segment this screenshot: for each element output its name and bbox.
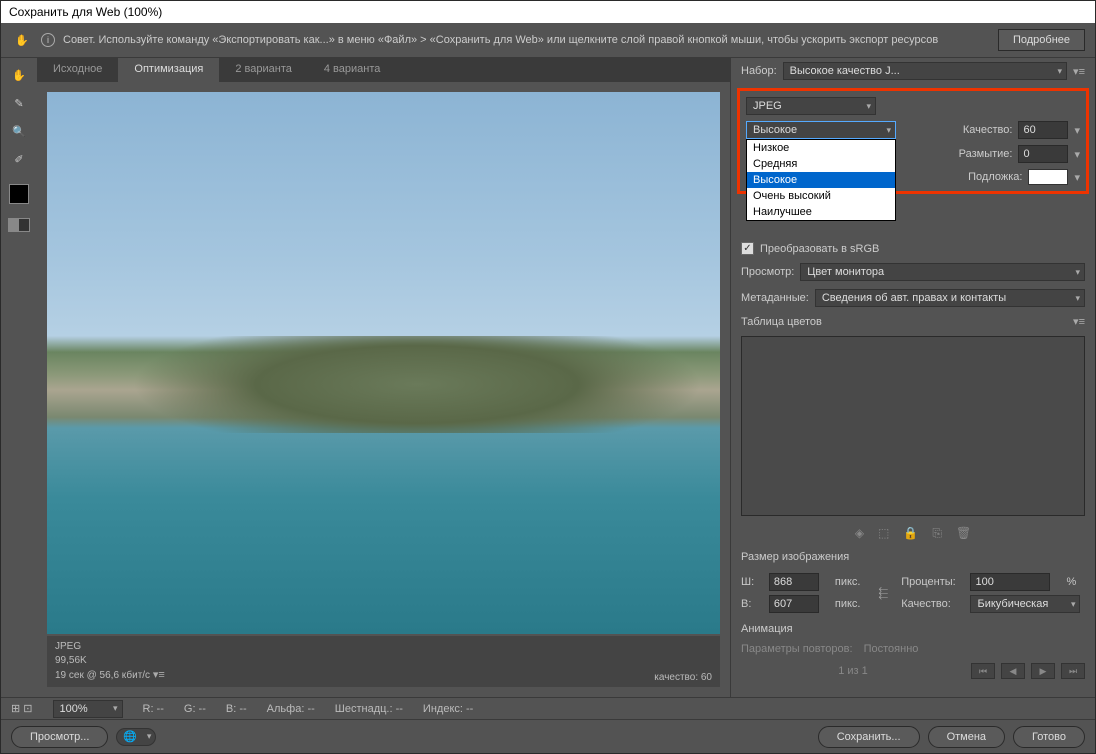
- preview-menu-icon[interactable]: ▾≡: [153, 669, 165, 681]
- image-preview[interactable]: [47, 92, 720, 634]
- tab-two[interactable]: 2 варианта: [219, 58, 308, 82]
- quality-option-veryhigh[interactable]: Очень высокий: [747, 188, 895, 204]
- status-g: G: --: [184, 703, 206, 715]
- animation-title: Анимация: [741, 623, 793, 635]
- window-title: Сохранить для Web (100%): [9, 5, 162, 19]
- tab-four[interactable]: 4 варианта: [308, 58, 397, 82]
- quality-input[interactable]: [1018, 121, 1068, 139]
- quality-label: Качество:: [963, 124, 1013, 136]
- zoom-tool-icon[interactable]: 🔍: [8, 120, 30, 142]
- percent-input[interactable]: [970, 573, 1050, 591]
- chevron-down-icon[interactable]: ▾: [1074, 124, 1080, 137]
- trash-icon[interactable]: 🗑: [956, 526, 971, 541]
- height-input[interactable]: [769, 595, 819, 613]
- resample-select[interactable]: Бикубическая: [970, 595, 1080, 613]
- tab-optimize[interactable]: Оптимизация: [118, 58, 219, 82]
- preview-mode-select[interactable]: Цвет монитора: [800, 263, 1085, 281]
- hand-tool-icon[interactable]: ✋: [8, 64, 30, 86]
- eyedropper-icon[interactable]: ✐: [8, 148, 30, 170]
- last-frame-icon[interactable]: ⏭: [1061, 663, 1085, 679]
- matte-swatch[interactable]: [1028, 169, 1068, 185]
- status-bar: ⊞ ⊡ 100% R: -- G: -- B: -- Альфа: -- Шес…: [1, 697, 1095, 719]
- preview-time: 19 сек @ 56,6 кбит/с: [55, 670, 150, 681]
- quality-preset-dropdown: Низкое Средняя Высокое Очень высокий Наи…: [746, 139, 896, 221]
- percent-label: Проценты:: [901, 576, 964, 588]
- info-icon: i: [41, 33, 55, 47]
- tip-bar: ✋ i Совет. Используйте команду «Экспорти…: [1, 23, 1095, 58]
- chevron-down-icon[interactable]: ▾: [1074, 171, 1080, 184]
- srgb-checkbox[interactable]: ✓: [741, 242, 754, 255]
- lock-icon[interactable]: 🔒: [903, 526, 918, 541]
- quality-option-best[interactable]: Наилучшее: [747, 204, 895, 220]
- loop-label: Параметры повторов:: [741, 643, 853, 655]
- preset-select[interactable]: Высокое качество J...: [783, 62, 1067, 80]
- tab-source[interactable]: Исходное: [37, 58, 118, 82]
- zoom-select[interactable]: 100%: [53, 700, 123, 718]
- ct-icon-1[interactable]: ◈: [855, 526, 864, 541]
- status-alpha: Альфа: --: [267, 703, 315, 715]
- ct-icon-2[interactable]: ⬚: [878, 526, 889, 541]
- metadata-select[interactable]: Сведения об авт. правах и контакты: [815, 289, 1085, 307]
- width-input[interactable]: [769, 573, 819, 591]
- quality-option-medium[interactable]: Средняя: [747, 156, 895, 172]
- blur-input[interactable]: [1018, 145, 1068, 163]
- px-label: пикс.: [835, 576, 869, 588]
- color-table-menu-icon[interactable]: ▾≡: [1073, 315, 1085, 328]
- bottom-bar: Просмотр... 🌐 Сохранить... Отмена Готово: [1, 719, 1095, 753]
- highlighted-settings: JPEG Высокое Низкое Средняя Высокое Очен…: [737, 88, 1089, 194]
- resample-label: Качество:: [901, 598, 964, 610]
- quality-preset-select[interactable]: Высокое: [746, 121, 896, 139]
- preview-button[interactable]: Просмотр...: [11, 726, 108, 748]
- preview-mode-label: Просмотр:: [741, 266, 794, 278]
- preview-quality: качество: 60: [654, 672, 712, 683]
- color-table-title: Таблица цветов: [741, 316, 822, 328]
- preview-format: JPEG: [55, 640, 165, 654]
- view-mode-icon[interactable]: ⊞ ⊡: [11, 702, 33, 715]
- color-table: [741, 336, 1085, 516]
- settings-panel: Набор: Высокое качество J... ▾≡ JPEG Выс…: [730, 58, 1095, 697]
- browser-select[interactable]: 🌐: [116, 728, 156, 746]
- percent-sign: %: [1066, 576, 1085, 588]
- matte-label: Подложка:: [968, 171, 1022, 183]
- loop-value: Постоянно: [864, 643, 919, 655]
- status-r: R: --: [143, 703, 164, 715]
- px-label: пикс.: [835, 598, 869, 610]
- format-select[interactable]: JPEG: [746, 97, 876, 115]
- status-hex: Шестнадц.: --: [335, 703, 403, 715]
- slice-visibility-icon[interactable]: [8, 218, 30, 232]
- blur-label: Размытие:: [959, 148, 1013, 160]
- window-titlebar: Сохранить для Web (100%): [1, 1, 1095, 23]
- quality-option-low[interactable]: Низкое: [747, 140, 895, 156]
- status-b: B: --: [226, 703, 247, 715]
- height-label: В:: [741, 598, 763, 610]
- hand-icon[interactable]: ✋: [11, 29, 33, 51]
- color-swatch[interactable]: [9, 184, 29, 204]
- done-button[interactable]: Готово: [1013, 726, 1085, 748]
- prev-frame-icon[interactable]: ◀: [1001, 663, 1025, 679]
- play-icon[interactable]: ▶: [1031, 663, 1055, 679]
- ct-new-icon[interactable]: ⎘: [932, 526, 942, 541]
- preview-footer: JPEG 99,56K 19 сек @ 56,6 кбит/с ▾≡ каче…: [47, 636, 720, 687]
- frame-counter: 1 из 1: [741, 665, 965, 677]
- metadata-label: Метаданные:: [741, 292, 809, 304]
- status-index: Индекс: --: [423, 703, 473, 715]
- image-size-title: Размер изображения: [741, 551, 849, 563]
- link-icon[interactable]: ⬱: [875, 586, 891, 601]
- left-toolbar: ✋ ✎ 🔍 ✐: [1, 58, 37, 697]
- quality-option-high[interactable]: Высокое: [747, 172, 895, 188]
- more-button[interactable]: Подробнее: [998, 29, 1085, 51]
- srgb-label: Преобразовать в sRGB: [760, 243, 879, 255]
- panel-menu-icon[interactable]: ▾≡: [1073, 65, 1085, 78]
- save-button[interactable]: Сохранить...: [818, 726, 920, 748]
- preset-label: Набор:: [741, 65, 777, 77]
- width-label: Ш:: [741, 576, 763, 588]
- preview-size: 99,56K: [55, 654, 165, 668]
- slice-tool-icon[interactable]: ✎: [8, 92, 30, 114]
- chevron-down-icon[interactable]: ▾: [1074, 148, 1080, 161]
- cancel-button[interactable]: Отмена: [928, 726, 1005, 748]
- view-tabs: Исходное Оптимизация 2 варианта 4 вариан…: [37, 58, 730, 82]
- first-frame-icon[interactable]: ⏮: [971, 663, 995, 679]
- tip-text: Совет. Используйте команду «Экспортирова…: [63, 34, 990, 46]
